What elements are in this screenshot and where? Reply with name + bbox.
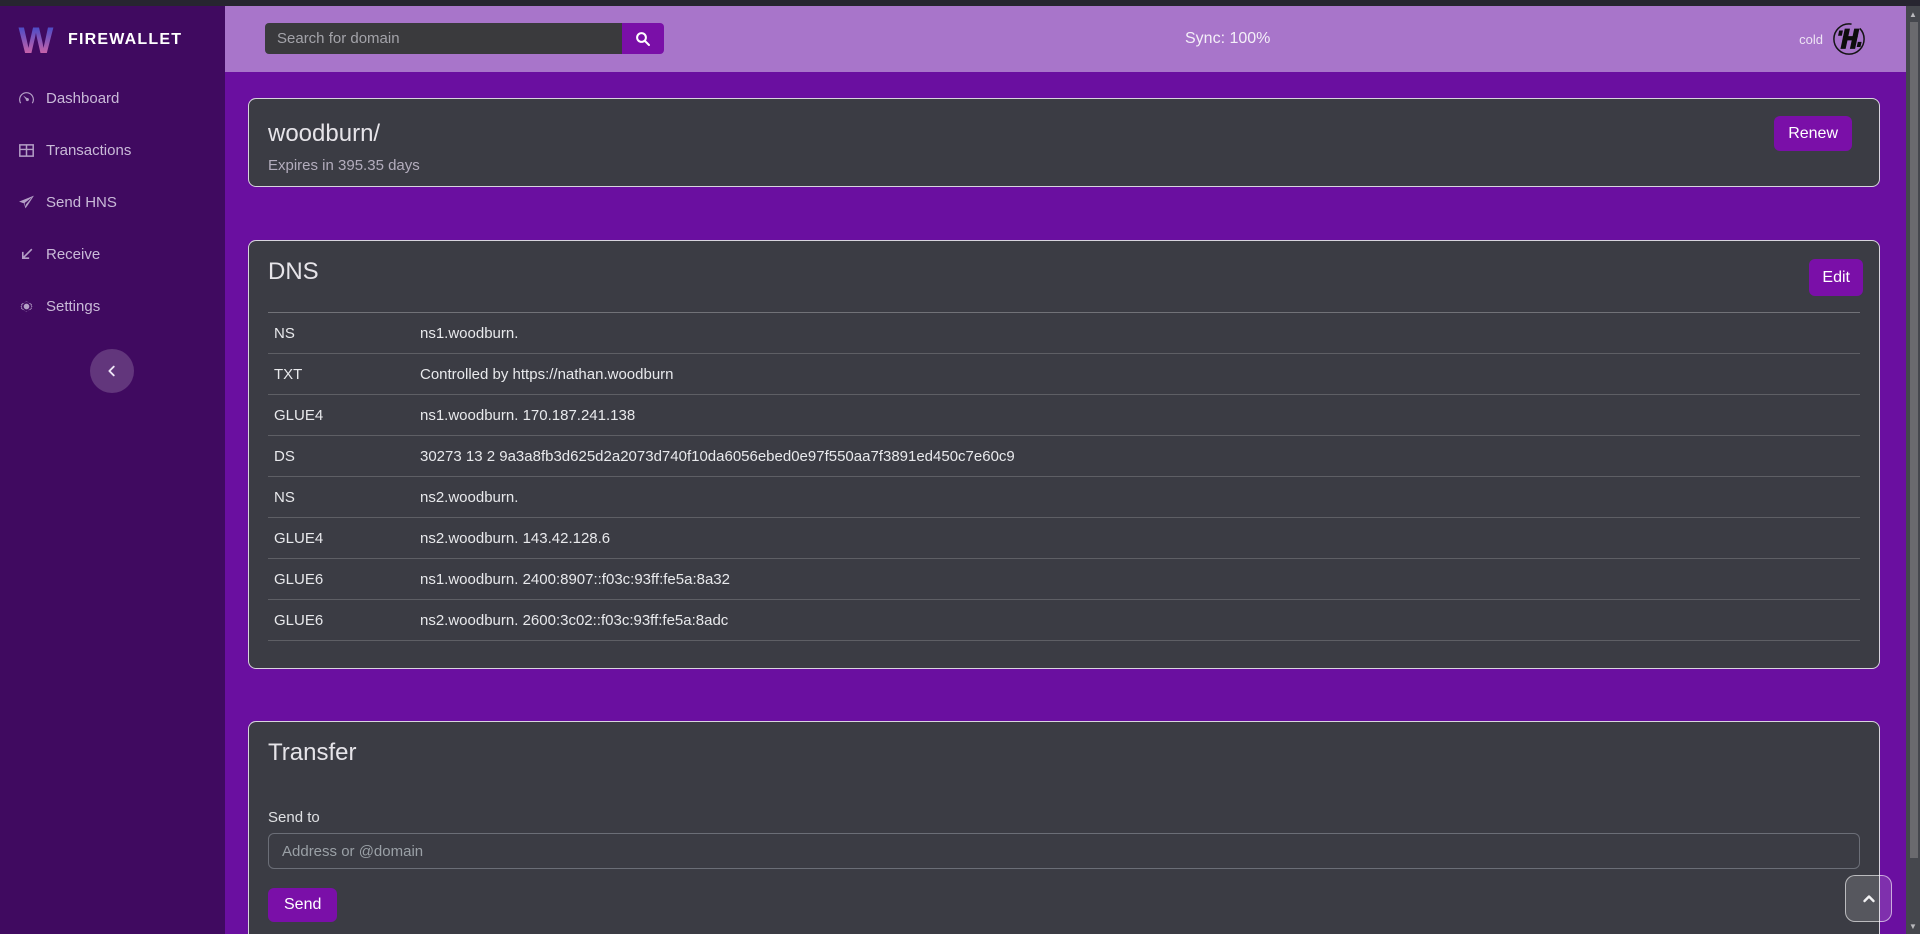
record-type: NS xyxy=(268,477,414,518)
chevron-up-icon xyxy=(1861,891,1877,907)
record-value: ns1.woodburn. 2400:8907::f03c:93ff:fe5a:… xyxy=(414,559,1860,600)
wallet-selector: cold xyxy=(1799,6,1866,72)
record-value: ns2.woodburn. 143.42.128.6 xyxy=(414,518,1860,559)
transfer-card: Transfer Send to Send xyxy=(248,721,1880,934)
sync-status: Sync: 100% xyxy=(1185,6,1270,72)
domain-card: woodburn/ Expires in 395.35 days Renew xyxy=(248,98,1880,187)
search-icon xyxy=(635,31,651,47)
firewallet-logo-icon: W xyxy=(16,18,56,62)
record-type: GLUE6 xyxy=(268,559,414,600)
topbar: Sync: 100% cold xyxy=(225,6,1906,72)
domain-title: woodburn/ xyxy=(268,120,1855,148)
record-value: ns2.woodburn. 2600:3c02::f03c:93ff:fe5a:… xyxy=(414,600,1860,641)
send-icon xyxy=(18,194,35,211)
dns-record-row: TXT Controlled by https://nathan.woodbur… xyxy=(268,354,1860,395)
svg-text:W: W xyxy=(19,20,54,61)
dns-record-row: NS ns2.woodburn. xyxy=(268,477,1860,518)
speedometer-icon xyxy=(18,90,35,107)
record-type: GLUE4 xyxy=(268,395,414,436)
record-type: GLUE4 xyxy=(268,518,414,559)
record-type: TXT xyxy=(268,354,414,395)
arrow-down-left-icon xyxy=(18,246,35,263)
record-value: ns2.woodburn. xyxy=(414,477,1860,518)
dns-record-row: GLUE6 ns1.woodburn. 2400:8907::f03c:93ff… xyxy=(268,559,1860,600)
sidebar-item-label: Dashboard xyxy=(46,90,119,107)
renew-button[interactable]: Renew xyxy=(1774,116,1852,151)
hns-logo-icon[interactable] xyxy=(1832,22,1866,56)
dns-records-table: NS ns1.woodburn. TXT Controlled by https… xyxy=(268,312,1860,641)
sidebar-item-dashboard[interactable]: Dashboard xyxy=(0,72,225,124)
wallet-name-label: cold xyxy=(1799,32,1823,47)
record-type: NS xyxy=(268,313,414,354)
dns-record-row: GLUE4 ns2.woodburn. 143.42.128.6 xyxy=(268,518,1860,559)
table-icon xyxy=(18,142,35,159)
record-value: ns1.woodburn. xyxy=(414,313,1860,354)
dns-record-row: GLUE6 ns2.woodburn. 2600:3c02::f03c:93ff… xyxy=(268,600,1860,641)
chevron-left-icon xyxy=(105,364,119,378)
transfer-title: Transfer xyxy=(268,739,1860,767)
main-content: woodburn/ Expires in 395.35 days Renew D… xyxy=(225,72,1906,934)
send-transfer-button[interactable]: Send xyxy=(268,888,337,922)
record-value: ns1.woodburn. 170.187.241.138 xyxy=(414,395,1860,436)
scrollbar-thumb[interactable] xyxy=(1910,22,1918,858)
record-value: Controlled by https://nathan.woodburn xyxy=(414,354,1860,395)
sidebar-item-label: Settings xyxy=(46,298,100,315)
sidebar-nav: Dashboard Transactions Send HNS Receive xyxy=(0,72,225,332)
brand-name: FIREWALLET xyxy=(68,31,182,49)
record-value: 30273 13 2 9a3a8fb3d625d2a2073d740f10da6… xyxy=(414,436,1860,477)
domain-search xyxy=(265,23,664,54)
dns-record-row: NS ns1.woodburn. xyxy=(268,313,1860,354)
domain-expiry: Expires in 395.35 days xyxy=(268,157,1855,174)
app-window: W FIREWALLET Dashboard Transactions xyxy=(0,0,1920,934)
scrollbar-up-arrow-icon[interactable]: ▲ xyxy=(1906,8,1920,20)
sidebar-item-receive[interactable]: Receive xyxy=(0,228,225,280)
dns-card: DNS Edit NS ns1.woodburn. TXT Controlled… xyxy=(248,240,1880,669)
transfer-address-input[interactable] xyxy=(268,833,1860,869)
sidebar: W FIREWALLET Dashboard Transactions xyxy=(0,6,225,934)
sidebar-item-transactions[interactable]: Transactions xyxy=(0,124,225,176)
sidebar-collapse-button[interactable] xyxy=(90,349,134,393)
edit-dns-button[interactable]: Edit xyxy=(1809,259,1863,296)
dns-record-row: GLUE4 ns1.woodburn. 170.187.241.138 xyxy=(268,395,1860,436)
scroll-to-top-button[interactable] xyxy=(1845,875,1892,922)
brand: W FIREWALLET xyxy=(0,6,225,72)
scrollbar-down-arrow-icon[interactable]: ▼ xyxy=(1906,920,1920,932)
sidebar-item-settings[interactable]: Settings xyxy=(0,280,225,332)
record-type: DS xyxy=(268,436,414,477)
sidebar-item-label: Receive xyxy=(46,246,100,263)
scrollbar: ▲ ▼ xyxy=(1906,6,1920,934)
record-type: GLUE6 xyxy=(268,600,414,641)
sidebar-item-label: Transactions xyxy=(46,142,131,159)
gear-icon xyxy=(18,298,35,315)
search-button[interactable] xyxy=(622,23,664,54)
sidebar-item-send-hns[interactable]: Send HNS xyxy=(0,176,225,228)
dns-record-row: DS 30273 13 2 9a3a8fb3d625d2a2073d740f10… xyxy=(268,436,1860,477)
search-input[interactable] xyxy=(265,23,622,54)
dns-title: DNS xyxy=(268,258,1860,286)
sidebar-item-label: Send HNS xyxy=(46,194,117,211)
send-to-label: Send to xyxy=(268,809,1860,826)
